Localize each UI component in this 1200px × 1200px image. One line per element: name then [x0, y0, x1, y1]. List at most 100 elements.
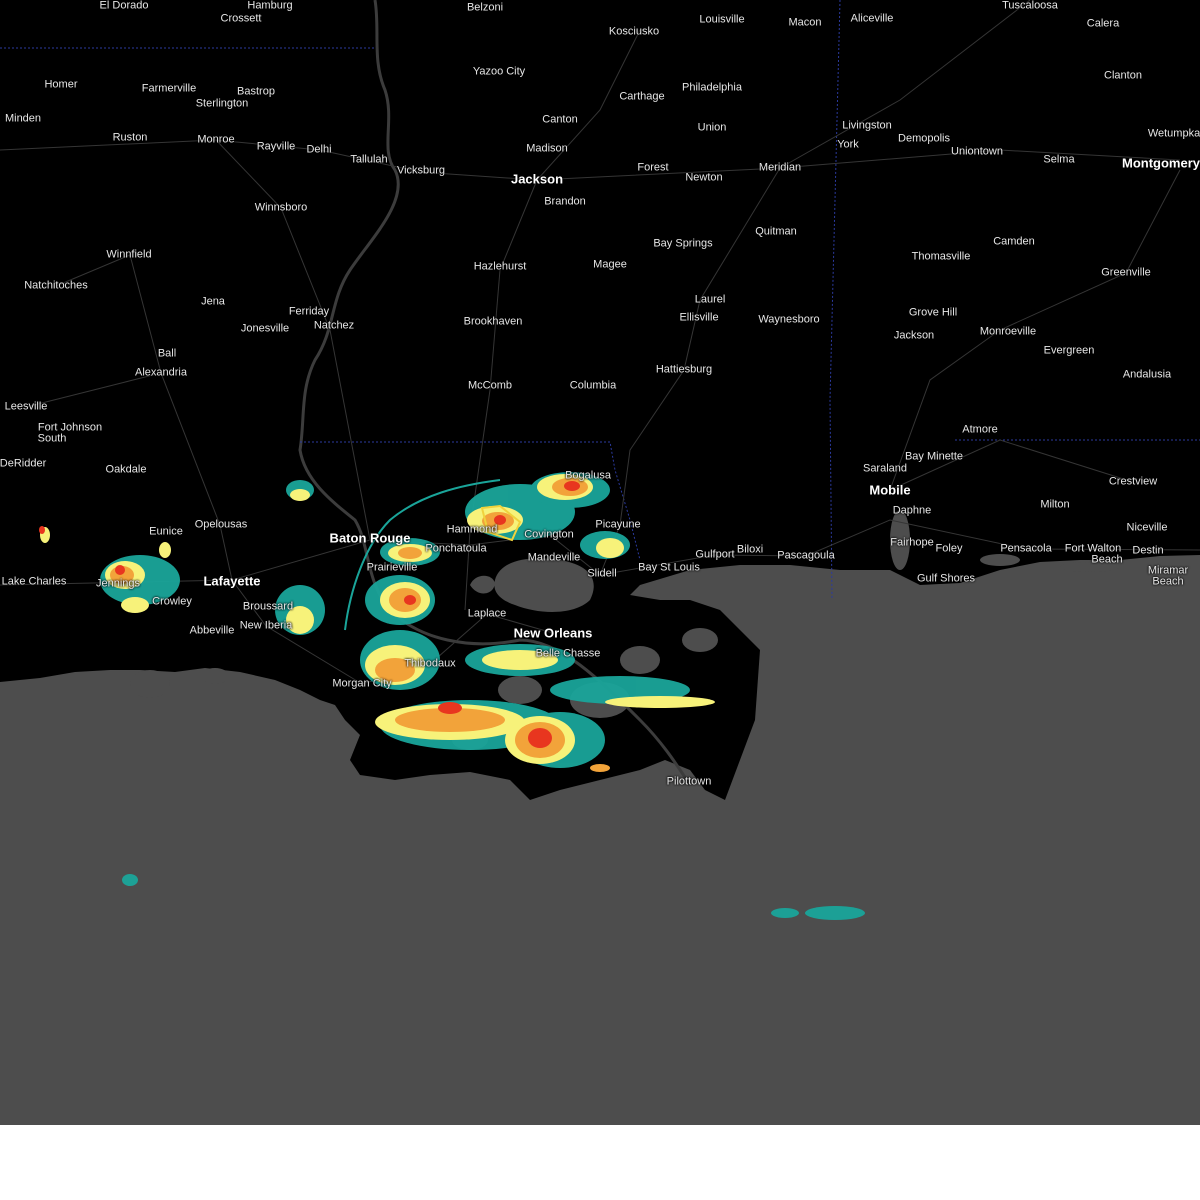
city-label: Livingston — [842, 119, 892, 132]
city-label: Union — [697, 121, 727, 134]
city-label: Vicksburg — [396, 164, 446, 177]
blank-area — [0, 1125, 1200, 1200]
city-label: Canton — [542, 113, 578, 126]
city-label: Farmerville — [141, 82, 197, 95]
city-label: Brookhaven — [463, 315, 523, 328]
lake-maurepas — [470, 575, 495, 594]
city-label: Ellisville — [679, 311, 719, 324]
city-label: Winnfield — [106, 248, 152, 261]
city-label: Jena — [201, 295, 225, 308]
city-label: Sterlington — [195, 97, 249, 110]
city-label: Natchez — [313, 319, 355, 332]
city-label: Monroeville — [979, 325, 1037, 338]
city-label: Kosciusko — [608, 25, 660, 38]
city-label: Slidell — [587, 567, 617, 580]
city-label: Demopolis — [898, 132, 950, 145]
city-label: Crowley — [152, 595, 192, 608]
city-label: Beach — [1152, 575, 1184, 588]
city-label: Fairhope — [890, 536, 934, 549]
city-label: Macon — [788, 16, 822, 29]
city-label: Jackson — [893, 329, 935, 342]
city-label: Natchitoches — [24, 279, 88, 292]
city-label: Thibodaux — [404, 657, 456, 670]
city-label: Milton — [1040, 498, 1070, 511]
city-label: Minden — [4, 112, 42, 125]
city-label: Belle Chasse — [535, 647, 601, 660]
city-label: South — [37, 432, 67, 445]
city-label: Atmore — [962, 423, 998, 436]
city-label: Niceville — [1126, 521, 1168, 534]
city-label: Ferriday — [288, 305, 330, 318]
city-label: Hattiesburg — [655, 363, 713, 376]
city-label: Laurel — [694, 293, 726, 306]
radar-map[interactable]: El Dorado Hamburg Crossett Belzoni Louisvill… — [0, 0, 1200, 1125]
city-label: Andalusia — [1122, 368, 1172, 381]
city-label: Camden — [993, 235, 1035, 248]
city-label: Gulf Shores — [916, 572, 976, 585]
city-label: Leesville — [4, 400, 48, 413]
city-label: Lake Charles — [1, 575, 67, 588]
city-label: Mobile — [869, 482, 911, 498]
city-label: Yazoo City — [472, 65, 526, 78]
lake-pontchartrain — [494, 558, 594, 612]
city-label: Calera — [1086, 17, 1120, 30]
city-label: Daphne — [892, 504, 932, 517]
city-label: Destin — [1132, 544, 1164, 557]
city-label: Covington — [524, 528, 574, 541]
gulf-water — [0, 555, 1200, 1125]
city-label: Forest — [637, 161, 669, 174]
city-label: Thomasville — [911, 250, 971, 263]
city-label: Prairieville — [366, 561, 418, 574]
city-label: McComb — [467, 379, 513, 392]
city-label: Crossett — [220, 12, 262, 25]
city-label: Philadelphia — [682, 81, 742, 94]
city-label: Beach — [1091, 553, 1123, 566]
city-label: Ponchatoula — [425, 542, 487, 555]
city-label: York — [837, 138, 859, 151]
city-label: Morgan City — [332, 677, 392, 690]
city-label: Bay Minette — [904, 450, 964, 463]
city-label: Eunice — [149, 525, 183, 538]
city-label: Brandon — [544, 195, 586, 208]
city-label: Picayune — [595, 518, 641, 531]
city-label: Louisville — [699, 13, 745, 26]
city-label: Rayville — [256, 140, 296, 153]
city-label: Aliceville — [850, 12, 894, 25]
city-label: Monroe — [197, 133, 235, 146]
city-label: Greenville — [1101, 266, 1151, 279]
city-label: Mandeville — [527, 551, 581, 564]
city-label: Bastrop — [237, 85, 275, 98]
city-label: Carthage — [619, 90, 665, 103]
city-label: Selma — [1043, 153, 1075, 166]
city-label: Meridian — [758, 161, 802, 174]
city-label: Bogalusa — [565, 469, 611, 482]
city-label: Columbia — [569, 379, 617, 392]
city-label: Pensacola — [1000, 542, 1052, 555]
city-label: Montgomery — [1122, 155, 1200, 171]
city-label: Clanton — [1104, 69, 1142, 82]
city-label: Oakdale — [105, 463, 147, 476]
city-label: Alexandria — [135, 366, 187, 379]
city-label: Biloxi — [736, 543, 764, 556]
city-label: New Orleans — [513, 625, 593, 641]
city-label: Newton — [685, 171, 723, 184]
city-label: Magee — [593, 258, 627, 271]
city-label: Hazlehurst — [473, 260, 527, 273]
city-label: Broussard — [242, 600, 294, 613]
city-label: Laplace — [467, 607, 507, 620]
city-label: Quitman — [755, 225, 797, 238]
city-label: Waynesboro — [758, 313, 820, 326]
city-label: Jennings — [95, 577, 141, 590]
city-label: Baton Rouge — [329, 530, 411, 546]
city-label: Wetumpka — [1147, 127, 1200, 140]
city-label: Lafayette — [203, 573, 261, 589]
city-label: Pascagoula — [777, 549, 835, 562]
city-label: Belzoni — [466, 1, 504, 14]
city-label: El Dorado — [99, 0, 149, 12]
city-label: Ruston — [112, 131, 148, 144]
city-label: Grove Hill — [908, 306, 958, 319]
city-label: Bay Springs — [653, 237, 713, 250]
city-label: Uniontown — [951, 145, 1003, 158]
city-label: Foley — [935, 542, 963, 555]
city-label: Jackson — [510, 171, 564, 187]
